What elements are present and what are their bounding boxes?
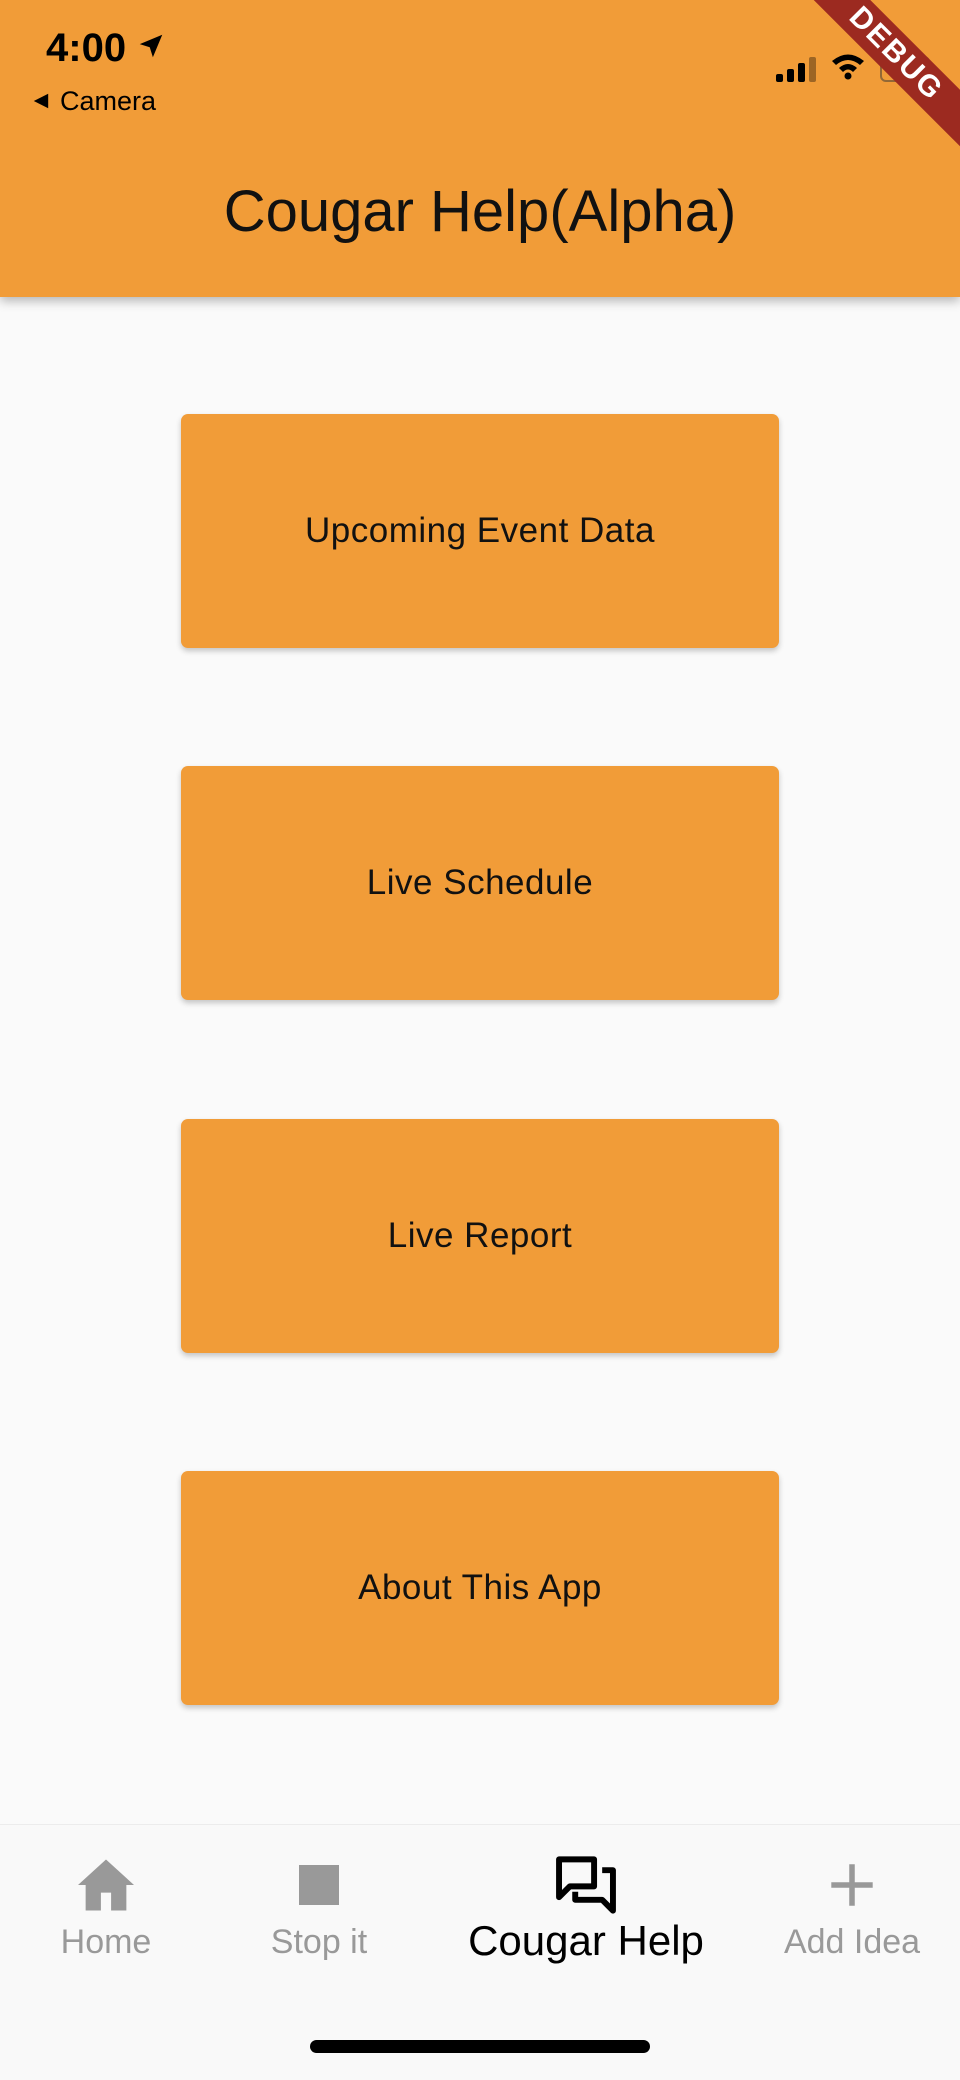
nav-item-label: Stop it [270, 1923, 368, 1961]
back-label: Camera [60, 86, 157, 116]
cellular-signal-icon [776, 56, 816, 82]
live-schedule-button[interactable]: Live Schedule [181, 766, 779, 1000]
page-title: Cougar Help(Alpha) [223, 179, 737, 244]
nav-item-label: Cougar Help [468, 1917, 704, 1964]
wifi-icon [830, 52, 866, 85]
back-to-camera-link[interactable]: Camera [32, 86, 156, 117]
status-time-text: 4:00 [46, 26, 127, 70]
plus-icon [742, 1853, 960, 1917]
nav-item-cougar-help[interactable]: Cougar Help [446, 1853, 726, 1965]
nav-item-home[interactable]: Home [0, 1853, 216, 1962]
status-time: 4:00 [46, 26, 166, 71]
home-icon [0, 1853, 216, 1917]
about-this-app-button[interactable]: About This App [181, 1471, 779, 1705]
app-bar: 4:00 Camera Cougar Help(Alpha) DEBUG [0, 0, 960, 297]
nav-item-add-idea[interactable]: Add Idea [742, 1853, 960, 1962]
live-report-button[interactable]: Live Report [181, 1119, 779, 1353]
back-triangle-icon [32, 86, 50, 117]
home-indicator[interactable] [310, 2040, 650, 2053]
stop-icon [209, 1853, 429, 1917]
chat-bubbles-icon [446, 1853, 726, 1917]
nav-item-label: Add Idea [783, 1923, 921, 1961]
nav-item-label: Home [60, 1923, 152, 1961]
location-arrow-icon [136, 26, 166, 71]
nav-item-stop-it[interactable]: Stop it [209, 1853, 429, 1962]
upcoming-event-data-button[interactable]: Upcoming Event Data [181, 414, 779, 648]
